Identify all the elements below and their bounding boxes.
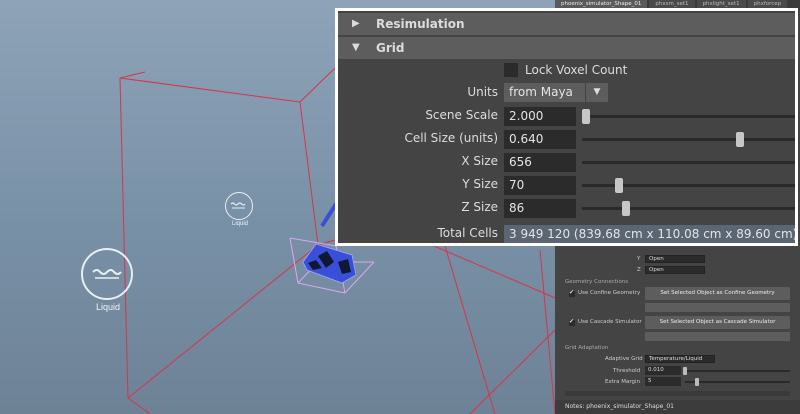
grid-adaptation-heading: Grid Adaptation (565, 345, 609, 351)
scene-scale-slider-thumb[interactable] (582, 109, 590, 124)
y-open-select[interactable]: Open (645, 255, 705, 263)
extra-margin-slider-track[interactable] (685, 381, 790, 383)
units-dropdown-icon[interactable]: ▼ (585, 83, 608, 102)
z-size-label: Z Size (461, 200, 498, 214)
set-confine-geometry-button[interactable]: Set Selected Object as Confine Geometry (645, 287, 790, 300)
z-open-select[interactable]: Open (645, 266, 705, 274)
total-cells-readout: 3 949 120 (839.68 cm x 110.08 cm x 89.60… (504, 225, 795, 243)
collapsed-triangle-icon: ▶ (352, 18, 360, 29)
use-confine-geometry-label: Use Confine Geometry (578, 290, 641, 296)
scene-scale-slider-track[interactable] (582, 115, 795, 118)
grid-settings-zoom-panel: ▶ Resimulation ▼ Grid Lock Voxel Count U… (335, 8, 798, 246)
adaptive-grid-label: Adaptive Grid (605, 356, 643, 362)
use-cascade-simulator-label: Use Cascade Simulator (578, 319, 642, 325)
scene-scale-label: Scene Scale (425, 108, 498, 122)
threshold-slider-thumb[interactable] (683, 367, 687, 375)
y-size-field[interactable]: 70 (504, 176, 576, 195)
threshold-label: Threshold (613, 368, 641, 374)
x-size-label: X Size (461, 154, 498, 168)
grid-header-label: Grid (376, 41, 405, 55)
expanded-triangle-icon: ▼ (352, 42, 360, 53)
cell-size-slider-thumb[interactable] (736, 132, 744, 147)
use-confine-geometry-checkbox[interactable] (569, 289, 575, 297)
scene-scale-field[interactable]: 2.000 (504, 107, 576, 126)
extra-margin-field[interactable]: 5 (645, 377, 681, 386)
geometry-connections-heading: Geometry Connections (565, 279, 629, 285)
notes-bar: Notes: phoenix_simulator_Shape_01 (555, 400, 800, 414)
set-cascade-simulator-button[interactable]: Set Selected Object as Cascade Simulator (645, 316, 790, 329)
z-open-label: Z (637, 267, 641, 273)
liquid-icon[interactable] (81, 248, 133, 300)
liquid-label-small: Liquid (231, 221, 248, 227)
cell-size-field[interactable]: 0.640 (504, 130, 576, 149)
y-open-label: Y (637, 256, 641, 262)
liquid-label: Liquid (95, 302, 121, 312)
grid-header[interactable]: ▼ Grid (338, 37, 795, 59)
extra-margin-label: Extra Margin (605, 379, 641, 385)
attribute-editor-scrollbar[interactable] (565, 391, 790, 396)
y-size-label: Y Size (462, 177, 498, 191)
adaptive-grid-select[interactable]: Temperature/Liquid (645, 355, 715, 363)
threshold-field[interactable]: 0.010 (645, 366, 681, 375)
z-size-field[interactable]: 86 (504, 199, 576, 218)
resimulation-header[interactable]: ▶ Resimulation (338, 13, 795, 35)
confine-geometry-field[interactable] (645, 303, 790, 312)
resimulation-header-label: Resimulation (376, 17, 465, 31)
emitter-geometry (302, 243, 357, 284)
z-size-slider-thumb[interactable] (622, 201, 630, 216)
cascade-simulator-field[interactable] (645, 332, 790, 341)
liquid-icon-small[interactable] (225, 192, 253, 220)
units-label: Units (467, 85, 498, 99)
z-size-slider-track[interactable] (582, 207, 795, 210)
threshold-slider-track[interactable] (685, 370, 790, 372)
lock-voxel-count-label: Lock Voxel Count (525, 63, 628, 77)
lock-voxel-count-checkbox[interactable] (504, 63, 518, 77)
y-size-slider-thumb[interactable] (615, 178, 623, 193)
total-cells-label: Total Cells (437, 226, 498, 240)
use-cascade-simulator-checkbox[interactable] (569, 318, 575, 326)
cell-size-label: Cell Size (units) (404, 131, 498, 145)
extra-margin-slider-thumb[interactable] (695, 378, 699, 386)
emitter-stem (320, 202, 338, 228)
cell-size-slider-track[interactable] (582, 138, 795, 141)
x-size-slider-track[interactable] (582, 161, 795, 164)
x-size-field[interactable]: 656 (504, 153, 576, 172)
